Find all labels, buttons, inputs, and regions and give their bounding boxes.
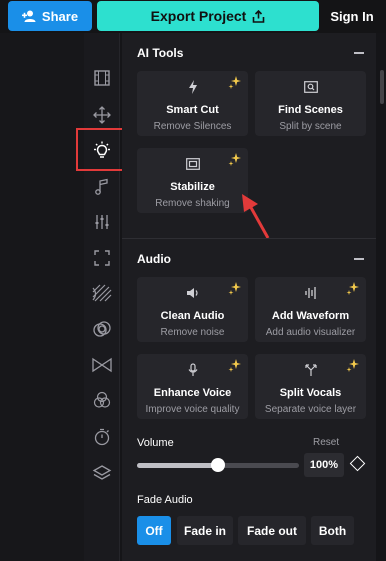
fullscreen-icon[interactable]	[90, 246, 114, 270]
split-vocals-card[interactable]: Split Vocals Separate voice layer	[255, 354, 366, 419]
sparkle-icon	[228, 153, 241, 166]
fade-in-button[interactable]: Fade in	[177, 516, 233, 545]
music-icon[interactable]	[90, 175, 114, 199]
audio-title: Audio	[137, 252, 171, 266]
sparkle-icon	[228, 359, 241, 372]
fade-both-button[interactable]: Both	[311, 516, 354, 545]
pattern-icon[interactable]	[90, 281, 114, 305]
share-button[interactable]: Share	[8, 1, 92, 31]
ai-tools-title: AI Tools	[137, 46, 184, 60]
export-project-button[interactable]: Export Project	[97, 1, 319, 31]
tool-rail	[84, 33, 120, 561]
sign-in-button[interactable]: Sign In	[323, 1, 381, 31]
volume-label: Volume	[137, 437, 174, 449]
card-title: Add Waveform	[271, 310, 350, 322]
active-tool-highlight	[76, 128, 125, 171]
audio-collapse-button[interactable]	[354, 258, 364, 260]
rings-icon[interactable]	[90, 317, 114, 341]
enhance-voice-card[interactable]: Enhance Voice Improve voice quality	[137, 354, 248, 419]
color-circles-icon[interactable]	[90, 388, 114, 412]
card-subtitle: Split by scene	[279, 121, 342, 132]
card-title: Clean Audio	[160, 310, 225, 322]
add-waveform-card[interactable]: Add Waveform Add audio visualizer	[255, 277, 366, 342]
smart-cut-card[interactable]: Smart Cut Remove Silences	[137, 71, 248, 136]
card-subtitle: Remove Silences	[153, 121, 232, 132]
volume-slider-thumb[interactable]	[211, 458, 225, 472]
volume-value-field[interactable]: 100%	[304, 453, 344, 477]
search-frame-icon	[255, 79, 366, 95]
reset-button[interactable]: Reset	[313, 437, 339, 448]
find-scenes-card[interactable]: Find Scenes Split by scene	[255, 71, 366, 136]
layers-icon[interactable]	[90, 461, 114, 485]
fade-off-button[interactable]: Off	[137, 516, 171, 545]
card-subtitle: Separate voice layer	[264, 404, 357, 415]
share-label: Share	[41, 8, 79, 24]
panel-scrollbar[interactable]	[380, 70, 384, 104]
fade-out-button[interactable]: Fade out	[238, 516, 306, 545]
pointer-arrow-icon	[242, 194, 270, 239]
sliders-icon[interactable]	[90, 210, 114, 234]
card-title: Stabilize	[170, 181, 215, 193]
transition-icon[interactable]	[90, 353, 114, 377]
card-title: Enhance Voice	[153, 387, 232, 399]
card-subtitle: Remove noise	[160, 327, 225, 338]
sparkle-icon	[228, 76, 241, 89]
sparkle-icon	[228, 282, 241, 295]
move-icon[interactable]	[90, 103, 114, 127]
export-label: Export Project	[150, 8, 247, 24]
section-divider	[122, 238, 376, 239]
card-title: Split Vocals	[279, 387, 342, 399]
clean-audio-card[interactable]: Clean Audio Remove noise	[137, 277, 248, 342]
card-title: Find Scenes	[278, 104, 343, 116]
card-title: Smart Cut	[166, 104, 219, 116]
card-subtitle: Remove shaking	[155, 198, 230, 209]
canvas-area	[0, 33, 84, 561]
ai-tools-collapse-button[interactable]	[354, 52, 364, 54]
volume-slider-fill	[137, 463, 218, 468]
sparkle-icon	[346, 359, 359, 372]
stabilize-card[interactable]: Stabilize Remove shaking	[137, 148, 248, 213]
card-subtitle: Add audio visualizer	[265, 327, 356, 338]
top-bar: Share Export Project Sign In	[0, 0, 386, 33]
sparkle-icon	[346, 282, 359, 295]
film-icon[interactable]	[90, 66, 114, 90]
upload-icon	[253, 9, 265, 23]
timer-icon[interactable]	[90, 425, 114, 449]
fade-audio-label: Fade Audio	[137, 494, 193, 506]
add-user-icon	[21, 10, 36, 22]
card-subtitle: Improve voice quality	[145, 404, 240, 415]
